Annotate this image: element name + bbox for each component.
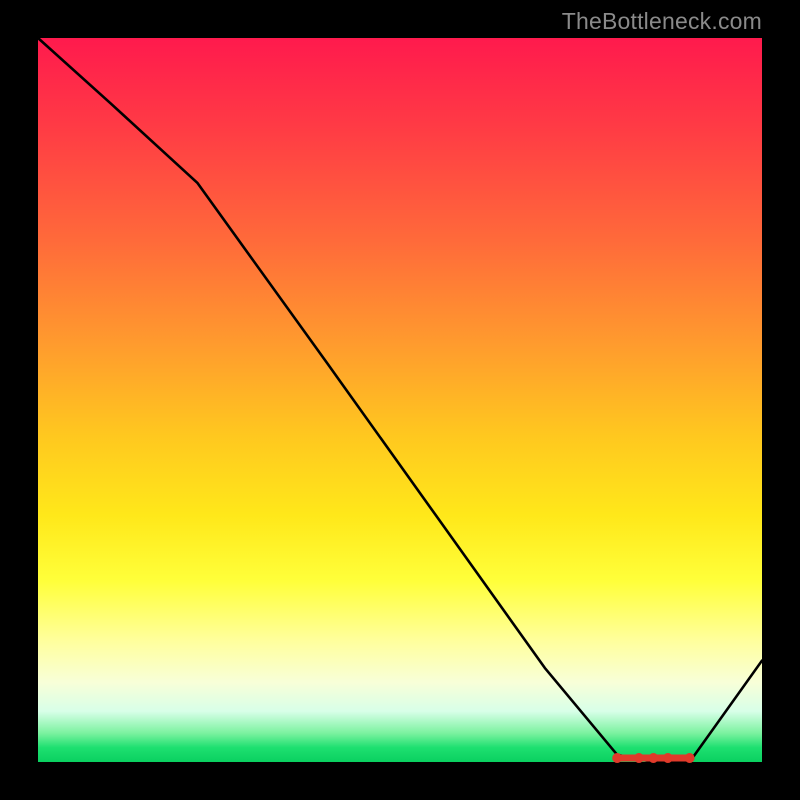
- attribution-label: TheBottleneck.com: [562, 8, 762, 35]
- ideal-dot: [612, 753, 622, 763]
- ideal-dot: [634, 753, 644, 763]
- plot-area: [38, 38, 762, 762]
- bottleneck-curve: [38, 38, 762, 762]
- ideal-dot: [648, 753, 658, 763]
- ideal-dot: [685, 753, 695, 763]
- ideal-dot: [663, 753, 673, 763]
- chart-svg: [38, 38, 762, 762]
- chart-frame: TheBottleneck.com: [0, 0, 800, 800]
